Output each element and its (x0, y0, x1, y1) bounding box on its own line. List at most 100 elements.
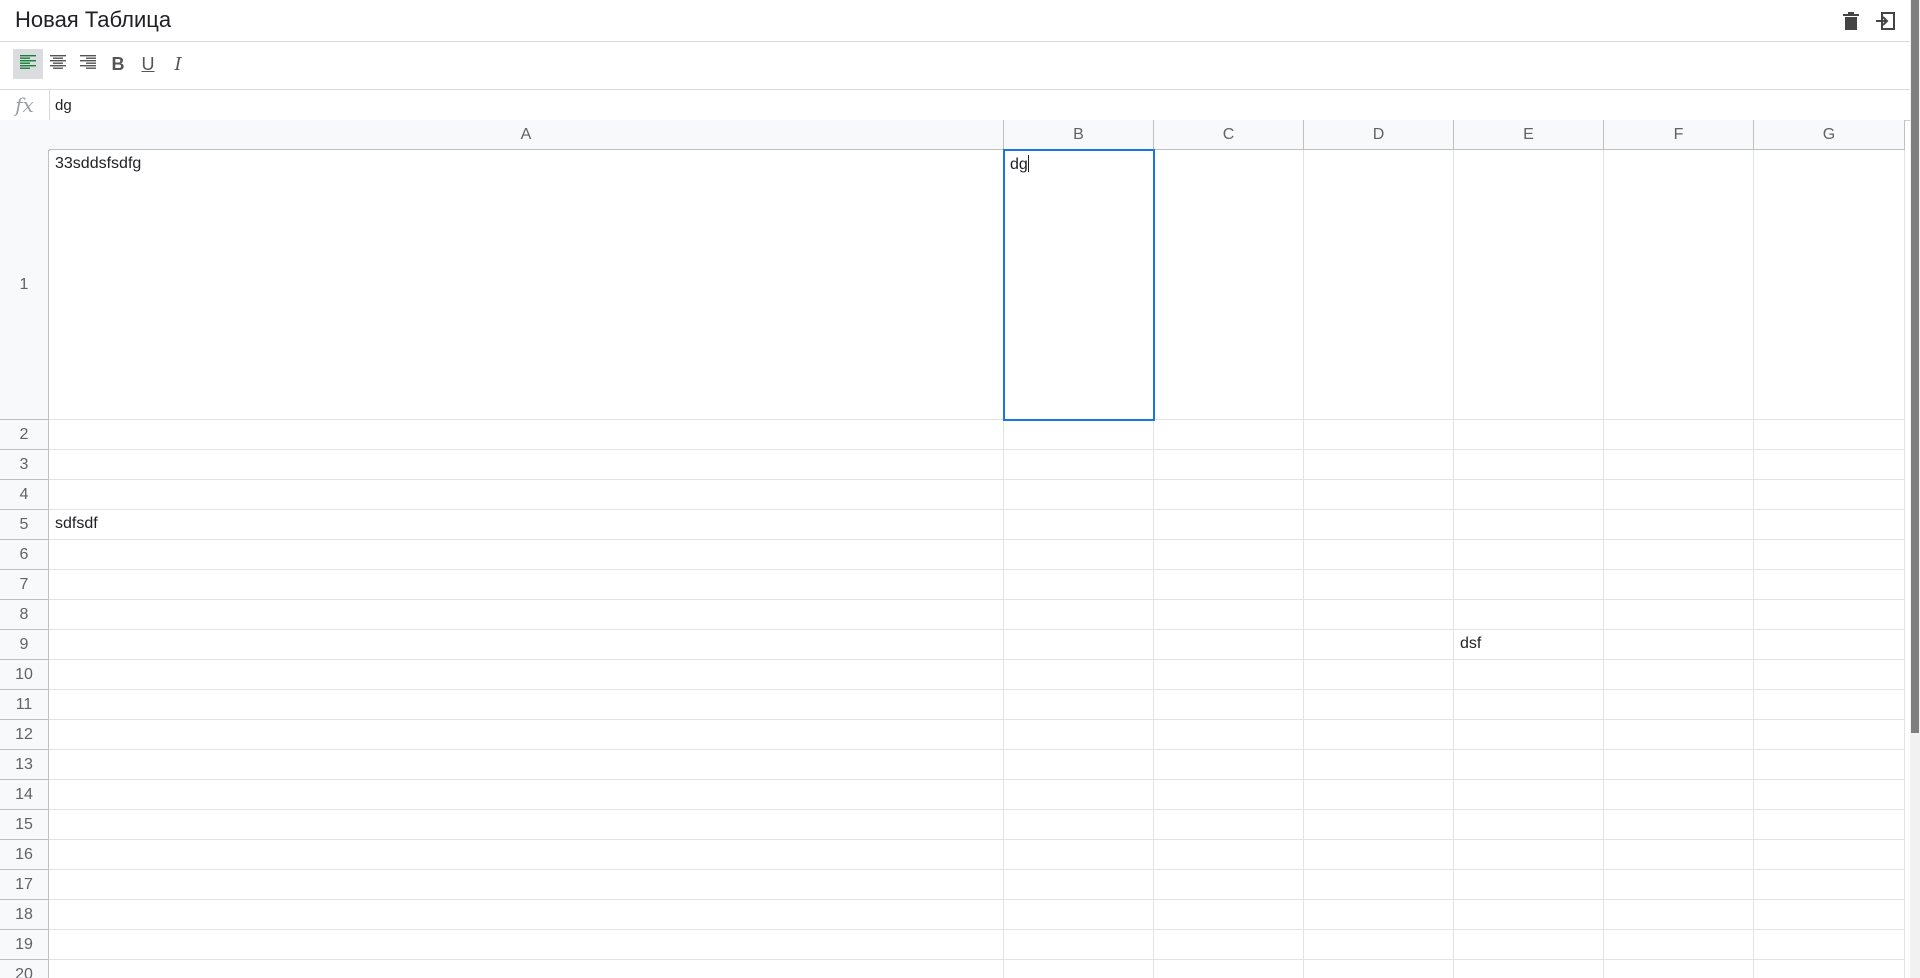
cell-a3[interactable] (49, 450, 1004, 480)
cell-a11[interactable] (49, 690, 1004, 720)
cell-d7[interactable] (1304, 570, 1454, 600)
cell-d12[interactable] (1304, 720, 1454, 750)
cell-a9[interactable] (49, 630, 1004, 660)
row-header-11[interactable]: 11 (0, 690, 49, 720)
cell-f16[interactable] (1604, 840, 1754, 870)
row-header-20[interactable]: 20 (0, 960, 49, 978)
cell-f17[interactable] (1604, 870, 1754, 900)
cell-c16[interactable] (1154, 840, 1304, 870)
cell-b8[interactable] (1004, 600, 1154, 630)
row-header-10[interactable]: 10 (0, 660, 49, 690)
column-header-c[interactable]: C (1154, 120, 1304, 150)
cell-b3[interactable] (1004, 450, 1154, 480)
row-header-12[interactable]: 12 (0, 720, 49, 750)
underline-button[interactable]: U (133, 49, 163, 79)
cell-d17[interactable] (1304, 870, 1454, 900)
cell-a20[interactable] (49, 960, 1004, 978)
cell-a4[interactable] (49, 480, 1004, 510)
cell-f14[interactable] (1604, 780, 1754, 810)
cell-c20[interactable] (1154, 960, 1304, 978)
cell-f5[interactable] (1604, 510, 1754, 540)
cell-d5[interactable] (1304, 510, 1454, 540)
row-header-13[interactable]: 13 (0, 750, 49, 780)
row-header-3[interactable]: 3 (0, 450, 49, 480)
cell-c11[interactable] (1154, 690, 1304, 720)
column-header-f[interactable]: F (1604, 120, 1754, 150)
cell-f6[interactable] (1604, 540, 1754, 570)
cell-c14[interactable] (1154, 780, 1304, 810)
cell-f10[interactable] (1604, 660, 1754, 690)
cell-f20[interactable] (1604, 960, 1754, 978)
cell-e10[interactable] (1454, 660, 1604, 690)
cell-a16[interactable] (49, 840, 1004, 870)
cell-b18[interactable] (1004, 900, 1154, 930)
cell-d15[interactable] (1304, 810, 1454, 840)
row-header-2[interactable]: 2 (0, 420, 49, 450)
cell-d2[interactable] (1304, 420, 1454, 450)
cell-f8[interactable] (1604, 600, 1754, 630)
row-header-16[interactable]: 16 (0, 840, 49, 870)
cell-f1[interactable] (1604, 150, 1754, 420)
cell-e14[interactable] (1454, 780, 1604, 810)
cell-b5[interactable] (1004, 510, 1154, 540)
cell-e4[interactable] (1454, 480, 1604, 510)
cell-f12[interactable] (1604, 720, 1754, 750)
cell-d13[interactable] (1304, 750, 1454, 780)
cell-e5[interactable] (1454, 510, 1604, 540)
row-header-17[interactable]: 17 (0, 870, 49, 900)
cell-a7[interactable] (49, 570, 1004, 600)
cell-g9[interactable] (1754, 630, 1905, 660)
cell-g20[interactable] (1754, 960, 1905, 978)
formula-input[interactable] (55, 90, 1885, 120)
cell-a18[interactable] (49, 900, 1004, 930)
cell-a5[interactable]: sdfsdf (49, 510, 1004, 540)
cell-c7[interactable] (1154, 570, 1304, 600)
cell-g19[interactable] (1754, 930, 1905, 960)
cell-b13[interactable] (1004, 750, 1154, 780)
cell-g11[interactable] (1754, 690, 1905, 720)
cell-f7[interactable] (1604, 570, 1754, 600)
cell-g12[interactable] (1754, 720, 1905, 750)
align-center-button[interactable] (43, 49, 73, 79)
cell-b10[interactable] (1004, 660, 1154, 690)
cell-b6[interactable] (1004, 540, 1154, 570)
align-left-button[interactable] (13, 49, 43, 79)
cell-g18[interactable] (1754, 900, 1905, 930)
cell-d6[interactable] (1304, 540, 1454, 570)
column-header-a[interactable]: A (49, 120, 1004, 150)
cell-b7[interactable] (1004, 570, 1154, 600)
cell-a10[interactable] (49, 660, 1004, 690)
cell-g2[interactable] (1754, 420, 1905, 450)
cell-f15[interactable] (1604, 810, 1754, 840)
cell-c8[interactable] (1154, 600, 1304, 630)
cell-g8[interactable] (1754, 600, 1905, 630)
cell-c4[interactable] (1154, 480, 1304, 510)
cell-c19[interactable] (1154, 930, 1304, 960)
cell-e15[interactable] (1454, 810, 1604, 840)
cell-c15[interactable] (1154, 810, 1304, 840)
cell-g16[interactable] (1754, 840, 1905, 870)
cell-a12[interactable] (49, 720, 1004, 750)
cell-d9[interactable] (1304, 630, 1454, 660)
cell-d4[interactable] (1304, 480, 1454, 510)
cell-f18[interactable] (1604, 900, 1754, 930)
cell-e13[interactable] (1454, 750, 1604, 780)
cell-d16[interactable] (1304, 840, 1454, 870)
cell-c12[interactable] (1154, 720, 1304, 750)
cell-f19[interactable] (1604, 930, 1754, 960)
vertical-scrollbar[interactable] (1910, 0, 1920, 978)
row-header-15[interactable]: 15 (0, 810, 49, 840)
cell-g14[interactable] (1754, 780, 1905, 810)
column-header-e[interactable]: E (1454, 120, 1604, 150)
cell-b4[interactable] (1004, 480, 1154, 510)
bold-button[interactable]: B (103, 49, 133, 79)
cell-b11[interactable] (1004, 690, 1154, 720)
cell-g15[interactable] (1754, 810, 1905, 840)
row-header-8[interactable]: 8 (0, 600, 49, 630)
cell-c9[interactable] (1154, 630, 1304, 660)
cell-d20[interactable] (1304, 960, 1454, 978)
cell-e16[interactable] (1454, 840, 1604, 870)
cell-f3[interactable] (1604, 450, 1754, 480)
cell-b17[interactable] (1004, 870, 1154, 900)
row-header-9[interactable]: 9 (0, 630, 49, 660)
